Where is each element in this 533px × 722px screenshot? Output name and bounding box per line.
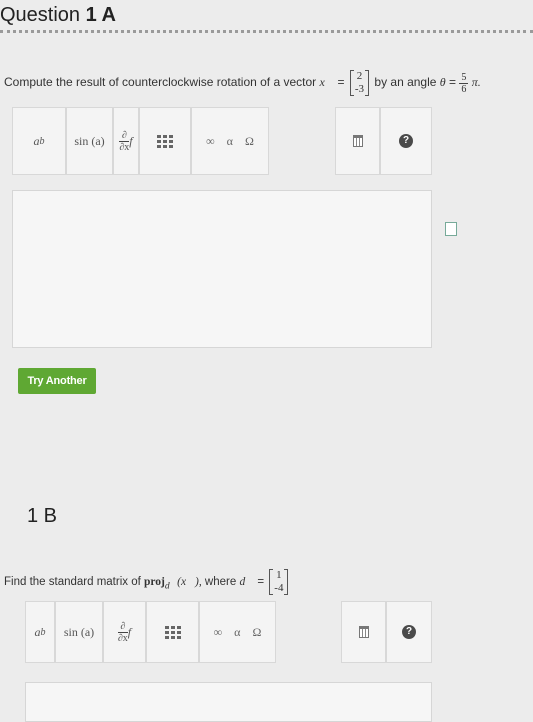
part-b-prompt: Find the standard matrix of projd⃗(x⃗), …: [4, 569, 290, 595]
help-button-b[interactable]: ?: [386, 601, 432, 663]
trash-icon: [352, 135, 363, 147]
derivative-button-b[interactable]: ∂ ∂x f: [103, 601, 146, 663]
trash-button[interactable]: [335, 107, 380, 175]
symbols-button[interactable]: ∞ α Ω: [191, 107, 269, 175]
sin-button[interactable]: sin (a): [66, 107, 113, 175]
power-button-b[interactable]: ab: [25, 601, 55, 663]
help-icon: ?: [399, 134, 413, 148]
answer-input-b[interactable]: [25, 682, 432, 722]
document-icon[interactable]: [445, 222, 457, 236]
dotted-divider: [0, 30, 533, 33]
help-button[interactable]: ?: [380, 107, 432, 175]
part-b-title: 1 B: [27, 505, 58, 527]
matrix-icon-b: [164, 625, 181, 639]
matrix-button-b[interactable]: [146, 601, 199, 663]
sin-button-b[interactable]: sin (a): [55, 601, 103, 663]
matrix-button[interactable]: [139, 107, 191, 175]
vector-d-matrix: 1 -4: [269, 569, 289, 595]
question-prompt: Compute the result of counterclockwise r…: [4, 70, 481, 96]
derivative-button[interactable]: ∂ ∂x f: [113, 107, 139, 175]
power-button[interactable]: ab: [12, 107, 66, 175]
trash-button-b[interactable]: [341, 601, 386, 663]
matrix-icon: [157, 134, 173, 148]
symbols-button-b[interactable]: ∞ α Ω: [199, 601, 276, 663]
question-title: Question 1 A: [0, 4, 116, 26]
try-another-button[interactable]: Try Another: [18, 368, 96, 394]
vector-x-matrix: 2 -3: [349, 70, 370, 96]
help-icon-b: ?: [402, 625, 416, 639]
angle-fraction: 5 6: [459, 71, 469, 95]
trash-icon-b: [358, 626, 369, 638]
answer-input-a[interactable]: [12, 190, 432, 348]
